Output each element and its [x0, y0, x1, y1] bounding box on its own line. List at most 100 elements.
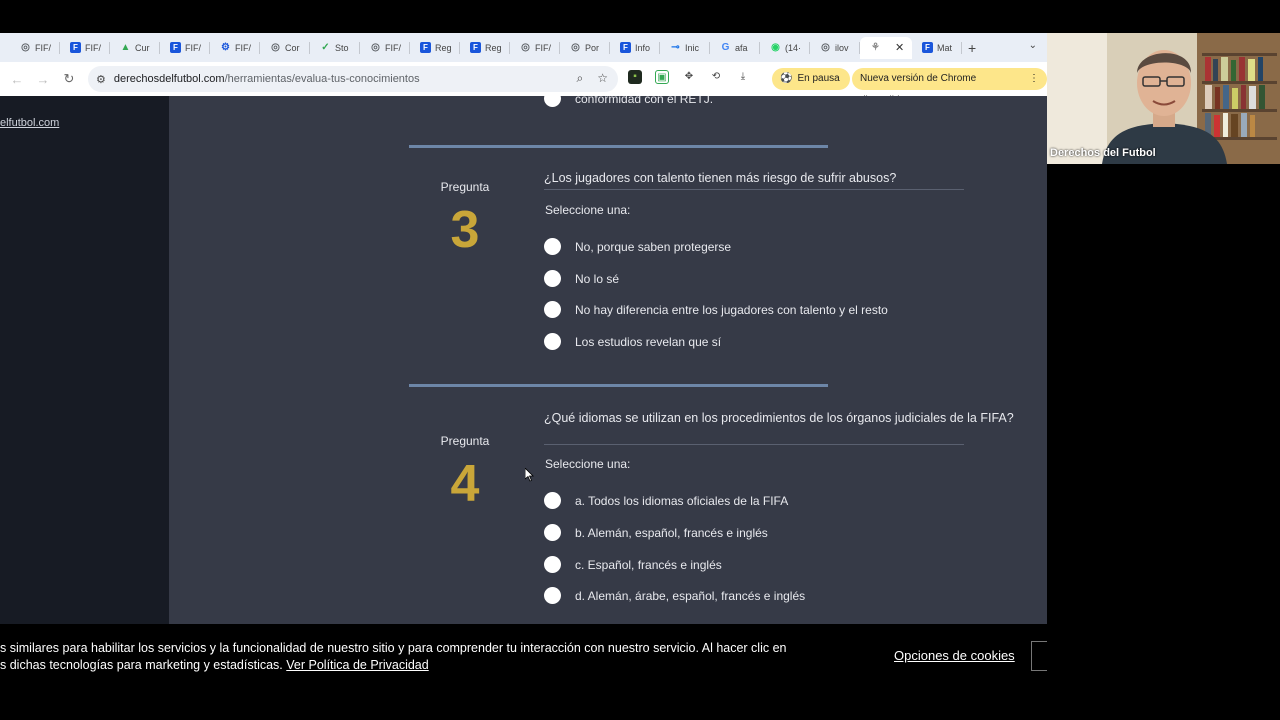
webcam-overlay: Derechos del Futbol [1047, 33, 1280, 164]
tab-label: Cur [135, 42, 150, 53]
new-tab-icon[interactable]: + [968, 40, 976, 56]
select-one-label: Seleccione una: [545, 203, 631, 217]
tab-label: ilov [835, 42, 849, 53]
option-row[interactable]: No hay diferencia entre los jugadores co… [544, 301, 888, 318]
url-domain: derechosdelfutbol.com [113, 73, 225, 85]
radio-button[interactable] [544, 492, 561, 509]
chrome-update-button[interactable]: Nueva versión de Chrome disponible ⋮ [852, 68, 1047, 106]
tab-label: FIF/ [35, 42, 51, 53]
browser-tab[interactable]: F FIF/ [60, 37, 110, 59]
site-info-icon[interactable]: ⚙ [96, 73, 106, 86]
tab-label: Info [635, 42, 651, 53]
browser-tab[interactable]: ◎ FIF/ [360, 37, 410, 59]
browser-tab[interactable]: F Reg [460, 37, 510, 59]
tab-label: Cor [285, 42, 300, 53]
close-tab-icon[interactable]: ✕ [895, 41, 904, 54]
f-icon: F [420, 42, 431, 53]
globe-icon: ◎ [271, 42, 280, 53]
browser-tab[interactable]: F Reg [410, 37, 460, 59]
radio-button[interactable] [544, 301, 561, 318]
browser-tab[interactable]: ⊸ Inic [660, 37, 710, 59]
browser-tab[interactable]: Gafa [710, 37, 760, 59]
tab-search-chevron-icon[interactable]: ⌄ [1029, 40, 1037, 51]
browser-tab[interactable]: ✓ Sto [310, 37, 360, 59]
globe-icon: ◎ [371, 42, 380, 53]
option-label: a. Todos los idiomas oficiales de la FIF… [575, 493, 789, 508]
address-bar[interactable]: ⚙ derechosdelfutbol.com/herramientas/eva… [88, 66, 618, 92]
profile-paused-button[interactable]: ⚽ En pausa [772, 68, 850, 90]
tab-label: afa [735, 42, 748, 53]
option-label: c. Español, francés e inglés [575, 557, 722, 572]
radio-button[interactable] [544, 587, 561, 604]
tab-label: Reg [485, 42, 502, 53]
participant-name: Derechos del Futbol [1050, 147, 1156, 159]
kebab-menu-icon: ⋮ [1029, 73, 1039, 84]
select-one-label: Seleccione una: [545, 457, 631, 471]
f-icon: F [620, 42, 631, 53]
browser-tab[interactable]: ⚙ FIF/ [210, 37, 260, 59]
radio-button[interactable] [544, 96, 561, 107]
cookie-line-1: s similares para habilitar los servicios… [0, 641, 787, 655]
zoom-icon[interactable]: ⌕ [577, 71, 584, 86]
browser-tab[interactable]: ▲ Cur [110, 37, 160, 59]
browser-tab[interactable]: ◎ Por [560, 37, 610, 59]
option-row[interactable]: d. Alemán, árabe, español, francés e ing… [544, 587, 805, 604]
extension-icon[interactable]: ▪ [628, 70, 642, 84]
tab-label: Por [585, 42, 600, 53]
puzzle-icon[interactable]: ✥ [682, 70, 696, 84]
browser-tab[interactable]: ◎ FIF/ [10, 37, 60, 59]
cookie-accept-button[interactable] [1031, 641, 1047, 671]
radio-button[interactable] [544, 270, 561, 287]
browser-tab[interactable]: ◎ FIF/ [510, 37, 560, 59]
site-link[interactable]: elfutbol.com [0, 117, 59, 129]
history-icon[interactable]: ⟲ [709, 70, 723, 84]
check-icon: ✓ [321, 42, 330, 53]
option-row[interactable]: No, porque saben protegerse [544, 238, 731, 255]
reload-button[interactable]: ↻ [56, 71, 82, 87]
radio-button[interactable] [544, 238, 561, 255]
option-row[interactable]: Los estudios revelan que sí [544, 333, 721, 350]
radio-button[interactable] [544, 556, 561, 573]
prev-option[interactable]: conformidad con el RETJ. [544, 96, 713, 107]
option-label: No, porque saben protegerse [575, 239, 732, 254]
webcam-video-image [1047, 33, 1280, 164]
browser-tab[interactable]: ◎ Cor [260, 37, 310, 59]
radio-button[interactable] [544, 333, 561, 350]
quiz-area: conformidad con el RETJ. Pregunta 3 ¿Los… [169, 96, 1047, 624]
f-icon: F [70, 42, 81, 53]
extension-green-icon[interactable]: ▣ [655, 70, 669, 84]
bookmark-star-icon[interactable]: ☆ [597, 71, 608, 86]
title-underline [544, 444, 964, 445]
question-number: 4 [450, 455, 480, 513]
question-separator [409, 145, 828, 148]
left-panel: elfutbol.com [0, 96, 169, 624]
option-label: No lo sé [575, 271, 620, 286]
radio-button[interactable] [544, 524, 561, 541]
globe-icon: ◎ [521, 42, 530, 53]
extensions-area: ▪ ▣ ✥ ⟲ ⤓ [628, 70, 750, 84]
whatsapp-icon: ◉ [771, 42, 780, 53]
option-row[interactable]: a. Todos los idiomas oficiales de la FIF… [544, 492, 788, 509]
download-icon[interactable]: ⤓ [736, 70, 750, 84]
drive-icon: ▲ [120, 42, 131, 53]
tab-label: FIF/ [185, 42, 201, 53]
privacy-policy-link[interactable]: Ver Política de Privacidad [286, 658, 428, 672]
browser-tab[interactable]: ⚘ ✕ [860, 36, 912, 59]
browser-toolbar: ← → ↻ ⚙ derechosdelfutbol.com/herramient… [0, 62, 1047, 106]
cookie-options-link[interactable]: Opciones de cookies [894, 648, 1015, 663]
f-icon: F [170, 42, 181, 53]
option-row[interactable]: c. Español, francés e inglés [544, 556, 722, 573]
browser-tab[interactable]: F Info [610, 37, 660, 59]
tab-label: Reg [435, 42, 452, 53]
option-row[interactable]: b. Alemán, español, francés e inglés [544, 524, 768, 541]
browser-tab[interactable]: F Mat [912, 37, 962, 59]
browser-tab[interactable]: F FIF/ [160, 37, 210, 59]
back-button[interactable]: ← [4, 72, 30, 87]
globe-icon: ◎ [571, 42, 580, 53]
option-row[interactable]: No lo sé [544, 270, 619, 287]
link-icon: ⊸ [671, 42, 680, 53]
browser-tab[interactable]: ◉ (14· [760, 37, 810, 59]
forward-button[interactable]: → [30, 72, 56, 87]
tab-label: Sto [335, 42, 349, 53]
browser-tab[interactable]: ◎ ilov [810, 37, 860, 59]
